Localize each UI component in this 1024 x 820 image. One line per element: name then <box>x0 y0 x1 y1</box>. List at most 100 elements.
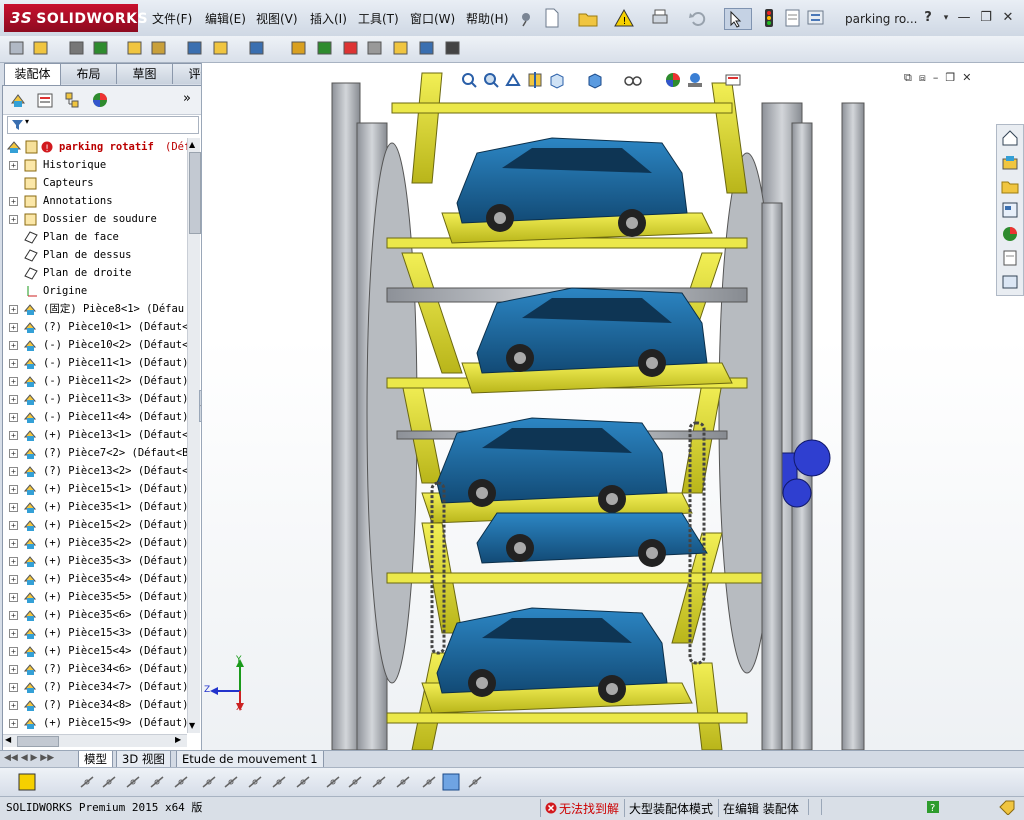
tree-item[interactable]: + (?) Pièce13<2> (Défaut< <box>3 462 187 480</box>
graphics-viewport[interactable]: ⧉ ⧈ – ❐ ✕ Y Z X <box>201 63 1024 750</box>
tree-horizontal-scrollbar[interactable]: ◀ ▶ <box>3 734 187 747</box>
annotation-tool-icon[interactable] <box>18 773 36 791</box>
viewport-minimize-icon[interactable]: – <box>933 71 939 84</box>
viewport-close-icon[interactable]: ✕ <box>962 71 971 84</box>
apply-scene-icon[interactable] <box>686 71 704 89</box>
expand-toggle-icon[interactable]: + <box>9 485 18 494</box>
close-button[interactable]: ✕ <box>998 9 1018 27</box>
tree-item[interactable]: + (-) Pièce11<1> (Défaut) <box>3 354 187 372</box>
menu-item-5[interactable]: 窗口(W) <box>410 10 455 28</box>
new-motion-study-icon[interactable] <box>290 39 308 57</box>
expand-toggle-icon[interactable]: + <box>9 557 18 566</box>
rebuild-error-status[interactable]: 无法找到解 <box>540 799 623 817</box>
tree-item[interactable]: + Annotations <box>3 192 187 210</box>
bottom-tab-0[interactable]: 模型 <box>78 751 113 768</box>
tree-item[interactable]: + (+) Pièce15<1> (Défaut) <box>3 480 187 498</box>
help-tooltip-icon[interactable]: ? <box>926 800 940 814</box>
expand-panel-icon[interactable]: » <box>183 91 191 106</box>
centerline-tool-icon[interactable] <box>324 773 342 791</box>
view-palette-icon[interactable] <box>1001 201 1019 219</box>
insert-component-icon[interactable] <box>32 39 50 57</box>
tree-item[interactable]: + (+) Pièce35<2> (Défaut) <box>3 534 187 552</box>
expand-toggle-icon[interactable]: + <box>9 449 18 458</box>
undo-icon[interactable] <box>688 8 708 28</box>
expand-toggle-icon[interactable]: + <box>9 611 18 620</box>
expand-toggle-icon[interactable]: + <box>9 647 18 656</box>
expand-toggle-icon[interactable]: + <box>9 197 18 206</box>
bill-of-materials-icon[interactable] <box>316 39 334 57</box>
interference-detection-icon[interactable] <box>392 39 410 57</box>
scroll-down-icon[interactable]: ▼ <box>189 721 195 730</box>
smart-dimension-icon[interactable] <box>200 773 218 791</box>
isometric-view-icon[interactable] <box>442 773 460 791</box>
tree-item[interactable]: Plan de dessus <box>3 246 187 264</box>
expand-toggle-icon[interactable]: + <box>9 323 18 332</box>
tab-1[interactable]: 布局 <box>60 63 117 84</box>
appearance-manager-icon[interactable] <box>91 91 109 109</box>
menu-item-1[interactable]: 编辑(E) <box>205 10 246 28</box>
traffic-light-icon[interactable] <box>762 8 776 28</box>
minimize-button[interactable]: — <box>954 9 974 27</box>
circle-tool-icon[interactable] <box>78 773 96 791</box>
tree-item[interactable]: + (固定) Pièce8<1> (Défau <box>3 300 187 318</box>
tree-item[interactable]: Origine <box>3 282 187 300</box>
expand-toggle-icon[interactable]: + <box>9 431 18 440</box>
file-properties-icon[interactable] <box>784 8 802 28</box>
zoom-to-fit-icon[interactable] <box>460 71 478 89</box>
tree-filter-input[interactable]: ▾ <box>7 116 199 134</box>
expand-toggle-icon[interactable]: + <box>9 161 18 170</box>
expand-toggle-icon[interactable]: + <box>9 413 18 422</box>
tree-item[interactable]: Plan de face <box>3 228 187 246</box>
tile-window-icon[interactable]: ⧉ <box>904 71 912 84</box>
expand-toggle-icon[interactable]: + <box>9 467 18 476</box>
mate-icon[interactable] <box>68 39 86 57</box>
construction-line-icon[interactable] <box>172 773 190 791</box>
expand-toggle-icon[interactable]: + <box>9 503 18 512</box>
custom-properties-icon[interactable] <box>1001 249 1019 267</box>
expand-toggle-icon[interactable]: + <box>9 359 18 368</box>
property-manager-icon[interactable] <box>36 91 54 109</box>
expand-toggle-icon[interactable]: + <box>9 719 18 728</box>
tree-item[interactable]: + Historique <box>3 156 187 174</box>
dimension-tool-icon[interactable] <box>346 773 364 791</box>
expand-toggle-icon[interactable]: + <box>9 701 18 710</box>
tree-item[interactable]: + (+) Pièce35<5> (Défaut) <box>3 588 187 606</box>
tree-item[interactable]: + (?) Pièce34<8> (Défaut) <box>3 696 187 714</box>
expand-toggle-icon[interactable]: + <box>9 377 18 386</box>
box-select-icon[interactable] <box>420 773 438 791</box>
menu-item-6[interactable]: 帮助(H) <box>466 10 508 28</box>
bottom-tab-2[interactable]: Etude de mouvement 1 <box>176 751 324 768</box>
smart-fasteners-icon[interactable] <box>126 39 144 57</box>
section-tool-icon[interactable] <box>466 773 484 791</box>
edit-component-icon[interactable] <box>8 39 26 57</box>
restore-button[interactable]: ❐ <box>976 9 996 27</box>
pin-icon[interactable] <box>516 9 536 27</box>
expand-toggle-icon[interactable]: + <box>9 593 18 602</box>
expand-toggle-icon[interactable]: + <box>9 539 18 548</box>
tree-item[interactable]: + (-) Pièce11<3> (Défaut) <box>3 390 187 408</box>
tree-item[interactable]: + (-) Pièce11<4> (Défaut) <box>3 408 187 426</box>
rectangle-tool-icon[interactable] <box>294 773 312 791</box>
scroll-right-icon[interactable]: ▶ <box>175 735 181 744</box>
tree-item[interactable]: + (+) Pièce35<6> (Défaut) <box>3 606 187 624</box>
parking-assembly-model[interactable] <box>202 63 1024 750</box>
assembly-features-icon[interactable] <box>212 39 230 57</box>
tree-item[interactable]: + (+) Pièce15<2> (Défaut) <box>3 516 187 534</box>
help-dropdown-icon[interactable]: ▾ <box>936 9 956 27</box>
print-icon[interactable] <box>650 8 670 28</box>
bottom-tab-1[interactable]: 3D 视图 <box>116 751 171 768</box>
expand-toggle-icon[interactable]: + <box>9 629 18 638</box>
tab-nav-arrows[interactable]: ◀◀ ◀ ▶ ▶▶ <box>4 753 54 763</box>
section-view-icon[interactable] <box>526 71 544 89</box>
view-orientation-icon[interactable] <box>548 71 566 89</box>
clearance-icon[interactable] <box>418 39 436 57</box>
mirror-tool-icon[interactable] <box>270 773 288 791</box>
scroll-thumb[interactable] <box>189 152 201 234</box>
menu-item-2[interactable]: 视图(V) <box>256 10 298 28</box>
explode-line-icon[interactable] <box>366 39 384 57</box>
appearances-icon[interactable] <box>1001 225 1019 243</box>
reference-geometry-icon[interactable] <box>248 39 266 57</box>
menu-item-4[interactable]: 工具(T) <box>358 10 399 28</box>
hscroll-thumb[interactable] <box>17 736 59 747</box>
help-icon[interactable]: ? <box>918 9 938 27</box>
